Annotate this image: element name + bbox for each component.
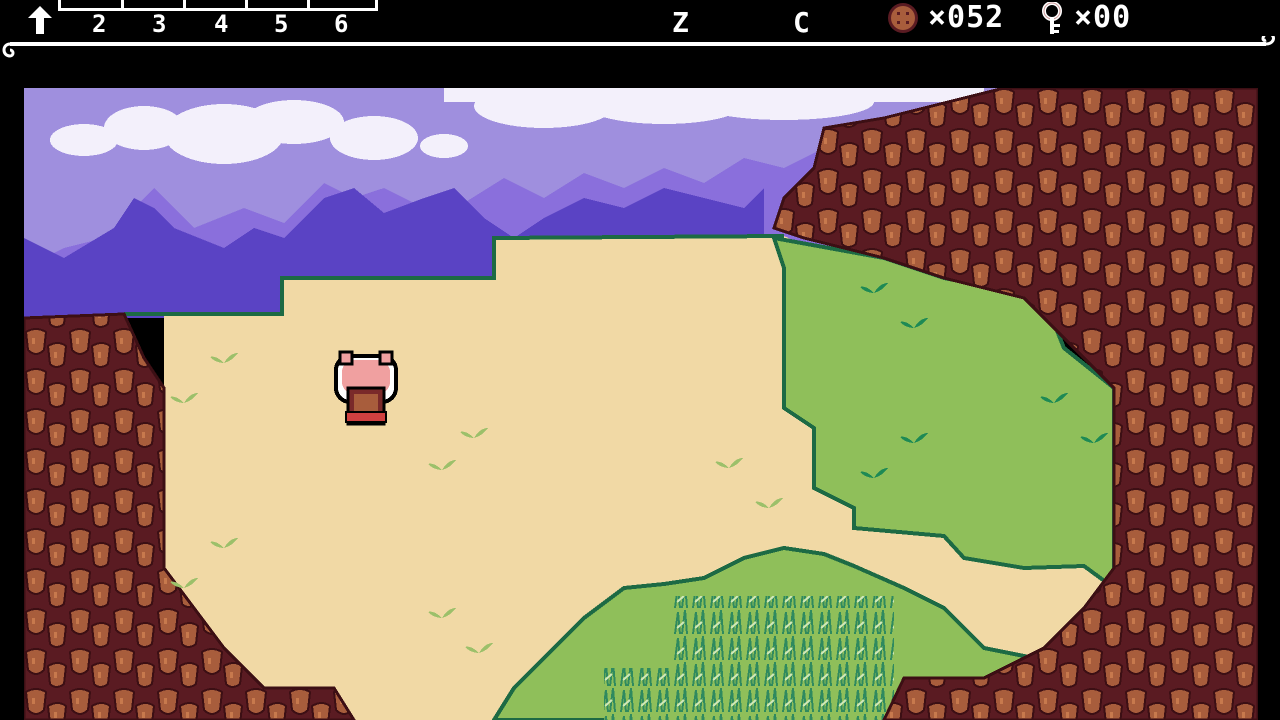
c-button-slot[interactable]: C [793, 6, 810, 39]
tall-grass [674, 596, 894, 720]
hud: 2 3 4 5 6 Z C ×052 ×00 [0, 0, 1280, 70]
z-button-slot[interactable]: Z [672, 6, 689, 39]
slot-4-number[interactable]: 4 [214, 10, 228, 38]
game-viewport [24, 88, 1258, 720]
slot-5-number[interactable]: 5 [274, 10, 288, 38]
slot-3-number[interactable]: 3 [152, 10, 166, 38]
game-screen: 2 3 4 5 6 Z C ×052 ×00 [0, 0, 1280, 720]
hud-divider [2, 36, 1275, 58]
slot-2-number[interactable]: 2 [92, 10, 106, 38]
player-character [334, 350, 398, 426]
coin-count: ×052 [928, 0, 1005, 35]
tall-grass-2 [604, 668, 694, 720]
scene [24, 88, 1258, 720]
key-icon [1042, 2, 1062, 34]
up-arrow-icon [28, 6, 52, 34]
coin-icon [888, 3, 918, 33]
key-count: ×00 [1074, 0, 1132, 35]
slot-6-number[interactable]: 6 [334, 10, 348, 38]
